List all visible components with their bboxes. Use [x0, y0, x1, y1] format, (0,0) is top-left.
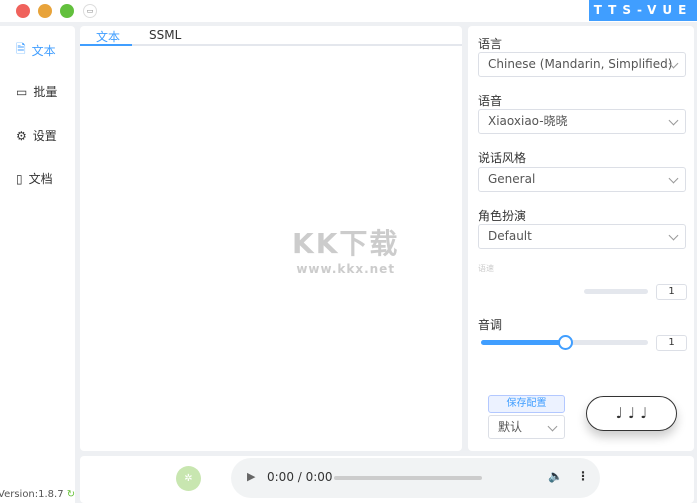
- chevron-down-icon: [668, 230, 679, 241]
- style-label: 说话风格: [478, 151, 527, 165]
- version-label: Version:1.8.7 ↻: [0, 489, 76, 500]
- pitch-label: 音调: [478, 318, 503, 332]
- sidebar-item-settings[interactable]: ⚙ 设置: [16, 127, 57, 144]
- loading-icon: ✲: [176, 466, 201, 491]
- sidebar-item-label: 设置: [32, 129, 57, 143]
- play-icon[interactable]: ▶: [247, 470, 255, 483]
- sidebar-item-label: 批量: [33, 85, 58, 99]
- role-label: 角色扮演: [478, 209, 527, 223]
- gear-icon: ⚙: [16, 128, 27, 143]
- save-config-button[interactable]: 保存配置: [488, 395, 565, 413]
- editor-panel: 文本 SSML: [80, 26, 462, 451]
- play-button[interactable]: ♩ ♩ ♩: [586, 396, 677, 431]
- monitor-icon[interactable]: ▭: [83, 4, 97, 18]
- more-options-icon[interactable]: ⋮: [577, 469, 589, 483]
- role-select[interactable]: Default: [478, 224, 686, 249]
- audio-player[interactable]: ▶ 0:00 / 0:00 🔈 ⋮: [231, 458, 600, 498]
- voice-select[interactable]: Xiaoxiao-晓晓: [478, 109, 686, 134]
- minimize-button[interactable]: [38, 4, 52, 18]
- time-display: 0:00 / 0:00: [267, 470, 333, 484]
- box-icon: ▭: [16, 84, 28, 99]
- language-select[interactable]: Chinese (Mandarin, Simplified): [478, 52, 686, 77]
- document-icon: 🗎: [16, 42, 26, 56]
- tab-ssml[interactable]: SSML: [149, 28, 181, 42]
- pitch-handle[interactable]: [558, 335, 573, 350]
- chevron-down-icon: [547, 421, 558, 432]
- sidebar-item-docs[interactable]: ▯ 文档: [16, 170, 53, 187]
- style-select[interactable]: General: [478, 167, 686, 192]
- tab-text[interactable]: 文本: [96, 28, 120, 45]
- sidebar: 🗎 文本 ▭ 批量 ⚙ 设置 ▯ 文档: [0, 26, 75, 503]
- seek-bar[interactable]: [334, 476, 482, 480]
- text-input[interactable]: [80, 48, 462, 448]
- preset-select[interactable]: 默认: [488, 415, 565, 439]
- refresh-icon[interactable]: ↻: [67, 489, 75, 500]
- volume-icon[interactable]: 🔈: [548, 469, 563, 483]
- tab-indicator: [80, 44, 132, 46]
- chevron-down-icon: [668, 173, 679, 184]
- book-icon: ▯: [16, 171, 23, 186]
- app-brand: TTS-VUE: [589, 0, 697, 21]
- watermark: KK下载 www.kkx.net: [292, 227, 400, 276]
- chevron-down-icon: [668, 115, 679, 126]
- maximize-button[interactable]: [60, 4, 74, 18]
- sidebar-item-label: 文本: [31, 44, 56, 58]
- player-bar: ✲ ▶ 0:00 / 0:00 🔈 ⋮: [80, 456, 694, 503]
- rate-input[interactable]: 1: [656, 284, 687, 300]
- title-bar: ▭ TTS-VUE: [0, 0, 697, 22]
- config-panel: 语言 Chinese (Mandarin, Simplified) 语音 Xia…: [468, 26, 694, 451]
- pitch-input[interactable]: 1: [656, 335, 687, 351]
- language-label: 语言: [478, 37, 503, 51]
- voice-label: 语音: [478, 94, 503, 108]
- rate-slider[interactable]: [584, 289, 648, 294]
- sidebar-item-label: 文档: [28, 172, 53, 186]
- sidebar-item-batch[interactable]: ▭ 批量: [16, 83, 57, 100]
- close-button[interactable]: [16, 4, 30, 18]
- sidebar-item-text[interactable]: 🗎 文本: [16, 40, 56, 61]
- pitch-slider[interactable]: [481, 335, 648, 350]
- rate-label: 语速: [478, 264, 494, 273]
- pitch-fill: [481, 340, 565, 345]
